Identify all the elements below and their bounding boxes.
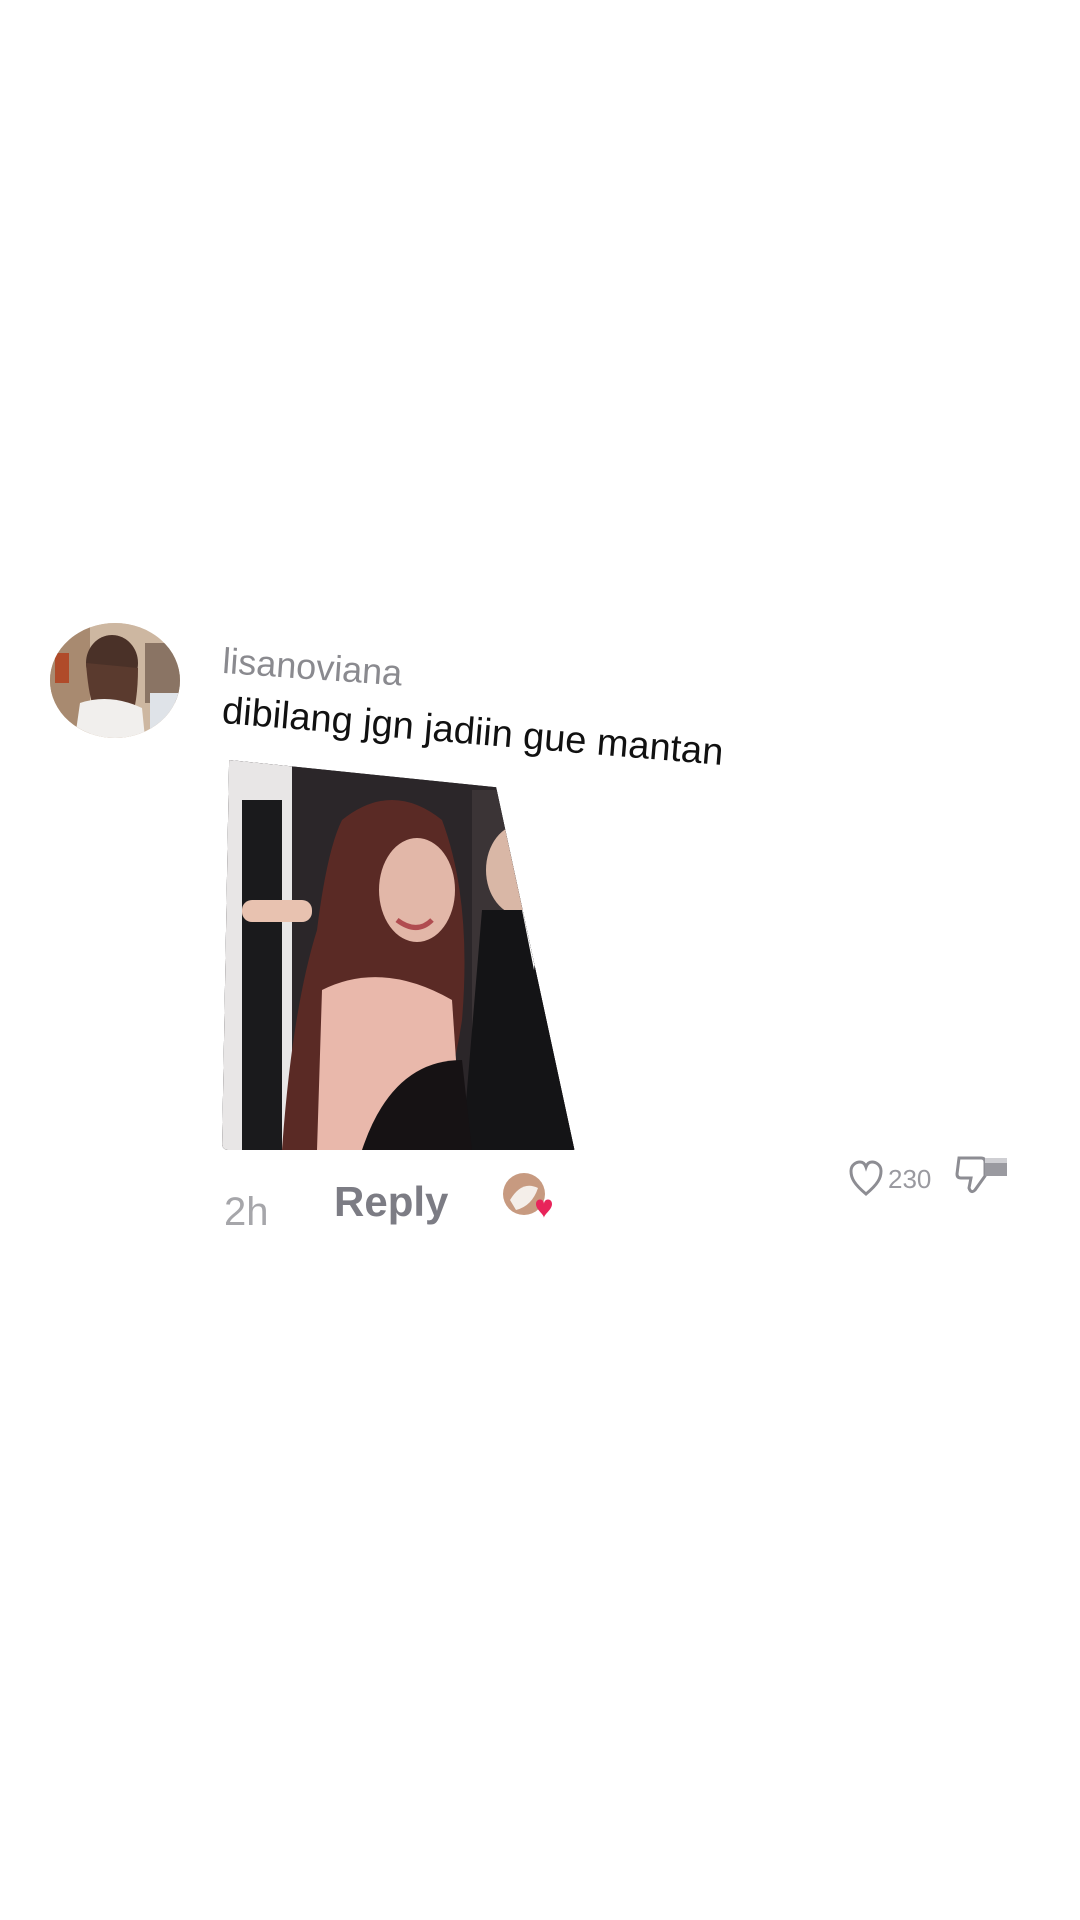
heart-filled-icon — [536, 1199, 552, 1218]
comment-username[interactable]: lisanoviana — [221, 640, 404, 694]
thumbs-down-icon[interactable] — [955, 1152, 1009, 1196]
user-avatar[interactable] — [50, 623, 180, 738]
comment-media-image[interactable] — [222, 760, 575, 1150]
comment-timestamp: 2h — [224, 1190, 269, 1234]
comment-item: lisanoviana dibilang jgn jadiin gue mant… — [0, 0, 1080, 1920]
reply-button[interactable]: Reply — [334, 1178, 448, 1226]
heart-outline-icon[interactable] — [848, 1158, 884, 1198]
comment-text: dibilang jgn jadiin gue mantan — [220, 690, 726, 774]
creator-liked-badge — [502, 1170, 554, 1222]
like-count: 230 — [888, 1164, 932, 1194]
screen: lisanoviana dibilang jgn jadiin gue mant… — [0, 0, 1080, 1920]
